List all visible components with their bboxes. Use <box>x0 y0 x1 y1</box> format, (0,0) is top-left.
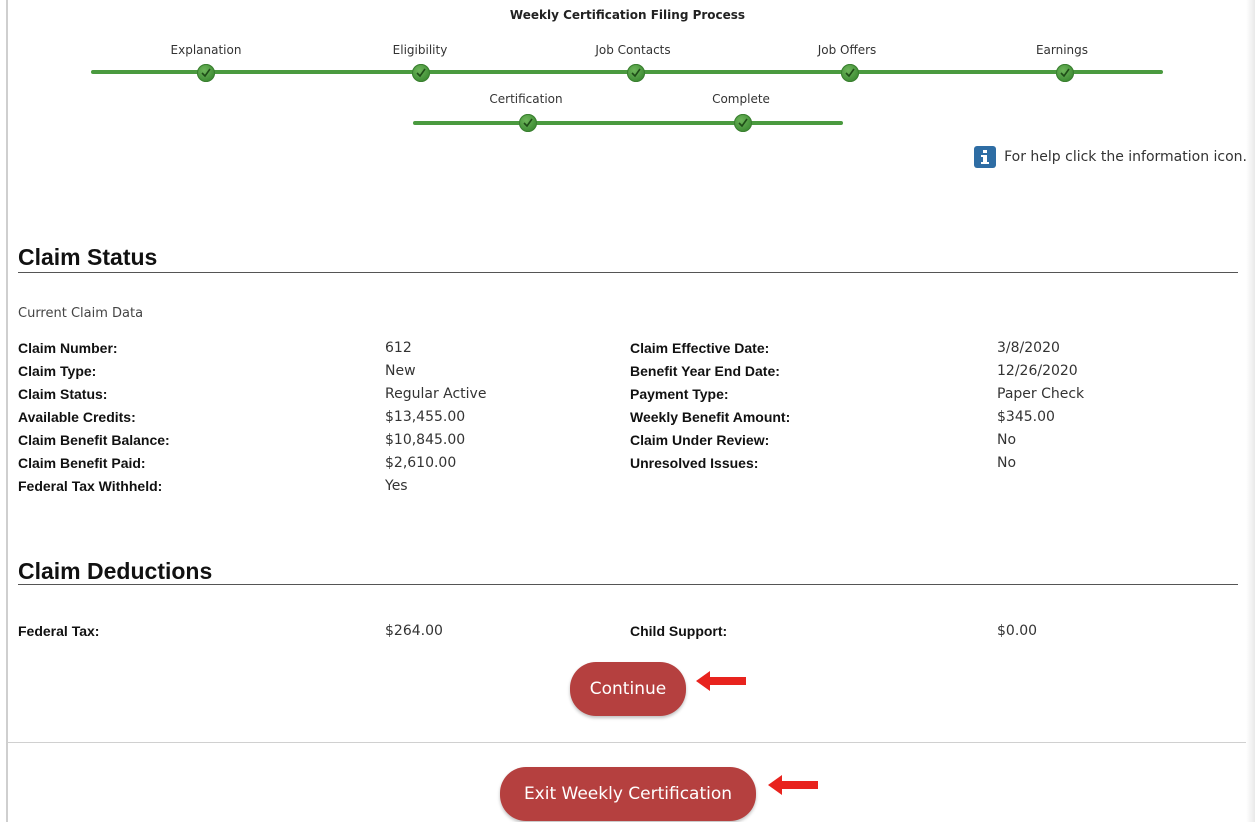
federal-tax-label: Federal Tax: <box>18 623 100 639</box>
claim-data-row: Claim Type: New Benefit Year End Date: 1… <box>0 363 1255 386</box>
payment-type-label: Payment Type: <box>630 386 729 402</box>
annotation-arrow-icon <box>768 775 818 795</box>
benefit-year-end-date-value: 12/26/2020 <box>997 363 1078 379</box>
claim-status-value: Regular Active <box>385 386 487 402</box>
step-complete-check-icon <box>519 114 537 132</box>
claim-data-row: Federal Tax Withheld: Yes <box>0 478 1255 501</box>
claim-type-label: Claim Type: <box>18 363 97 379</box>
claim-status-divider <box>18 272 1238 273</box>
process-title: Weekly Certification Filing Process <box>509 8 746 22</box>
step-complete-check-icon <box>841 64 859 82</box>
step-label-explanation: Explanation <box>170 43 242 57</box>
step-label-job-offers: Job Offers <box>817 43 877 57</box>
claim-effective-date-label: Claim Effective Date: <box>630 340 770 356</box>
available-credits-label: Available Credits: <box>18 409 136 425</box>
step-label-earnings: Earnings <box>1035 43 1089 57</box>
claim-type-value: New <box>385 363 416 379</box>
step-label-job-contacts: Job Contacts <box>595 43 671 57</box>
payment-type-value: Paper Check <box>997 386 1085 402</box>
claim-data-row: Claim Benefit Balance: $10,845.00 Claim … <box>0 432 1255 455</box>
help-hint: For help click the information icon. <box>974 146 1247 168</box>
exit-weekly-certification-button[interactable]: Exit Weekly Certification <box>500 767 756 821</box>
claim-under-review-value: No <box>997 432 1017 448</box>
claim-data-row: Claim Status: Regular Active Payment Typ… <box>0 386 1255 409</box>
benefit-year-end-date-label: Benefit Year End Date: <box>630 363 780 379</box>
step-label-eligibility: Eligibility <box>392 43 448 57</box>
progress-track-row2 <box>413 121 843 125</box>
claim-benefit-paid-value: $2,610.00 <box>385 455 457 471</box>
continue-button[interactable]: Continue <box>570 662 686 716</box>
weekly-benefit-amount-value: $345.00 <box>997 409 1055 425</box>
step-complete-check-icon <box>197 64 215 82</box>
federal-tax-withheld-value: Yes <box>385 478 408 494</box>
step-complete-check-icon <box>412 64 430 82</box>
federal-tax-value: $264.00 <box>385 623 443 639</box>
claim-deductions-divider <box>18 584 1238 585</box>
claim-benefit-balance-label: Claim Benefit Balance: <box>18 432 170 448</box>
current-claim-data-caption: Current Claim Data <box>18 306 144 321</box>
weekly-benefit-amount-label: Weekly Benefit Amount: <box>630 409 791 425</box>
claim-data-row: Claim Benefit Paid: $2,610.00 Unresolved… <box>0 455 1255 478</box>
step-complete-check-icon <box>734 114 752 132</box>
unresolved-issues-value: No <box>997 455 1017 471</box>
claim-under-review-label: Claim Under Review: <box>630 432 770 448</box>
child-support-label: Child Support: <box>630 623 728 639</box>
footer-divider <box>8 742 1246 743</box>
claim-status-heading: Claim Status <box>18 244 158 270</box>
step-label-certification: Certification <box>489 92 563 106</box>
child-support-value: $0.00 <box>997 623 1038 639</box>
claim-data-row: Available Credits: $13,455.00 Weekly Ben… <box>0 409 1255 432</box>
claim-benefit-paid-label: Claim Benefit Paid: <box>18 455 146 471</box>
deductions-row: Federal Tax: $264.00 Child Support: $0.0… <box>0 623 1255 646</box>
help-text: For help click the information icon. <box>1004 149 1247 165</box>
claim-number-value: 612 <box>385 340 412 356</box>
claim-effective-date-value: 3/8/2020 <box>997 340 1060 356</box>
info-icon[interactable] <box>974 146 997 168</box>
step-complete-check-icon <box>1056 64 1074 82</box>
claim-data-row: Claim Number: 612 Claim Effective Date: … <box>0 340 1255 363</box>
claim-benefit-balance-value: $10,845.00 <box>385 432 466 448</box>
unresolved-issues-label: Unresolved Issues: <box>630 455 759 471</box>
claim-status-label: Claim Status: <box>18 386 108 402</box>
claim-deductions-heading: Claim Deductions <box>18 558 213 584</box>
claim-number-label: Claim Number: <box>18 340 118 356</box>
annotation-arrow-icon <box>696 671 746 691</box>
step-complete-check-icon <box>627 64 645 82</box>
available-credits-value: $13,455.00 <box>385 409 466 425</box>
step-label-complete: Complete <box>712 92 770 106</box>
federal-tax-withheld-label: Federal Tax Withheld: <box>18 478 163 494</box>
